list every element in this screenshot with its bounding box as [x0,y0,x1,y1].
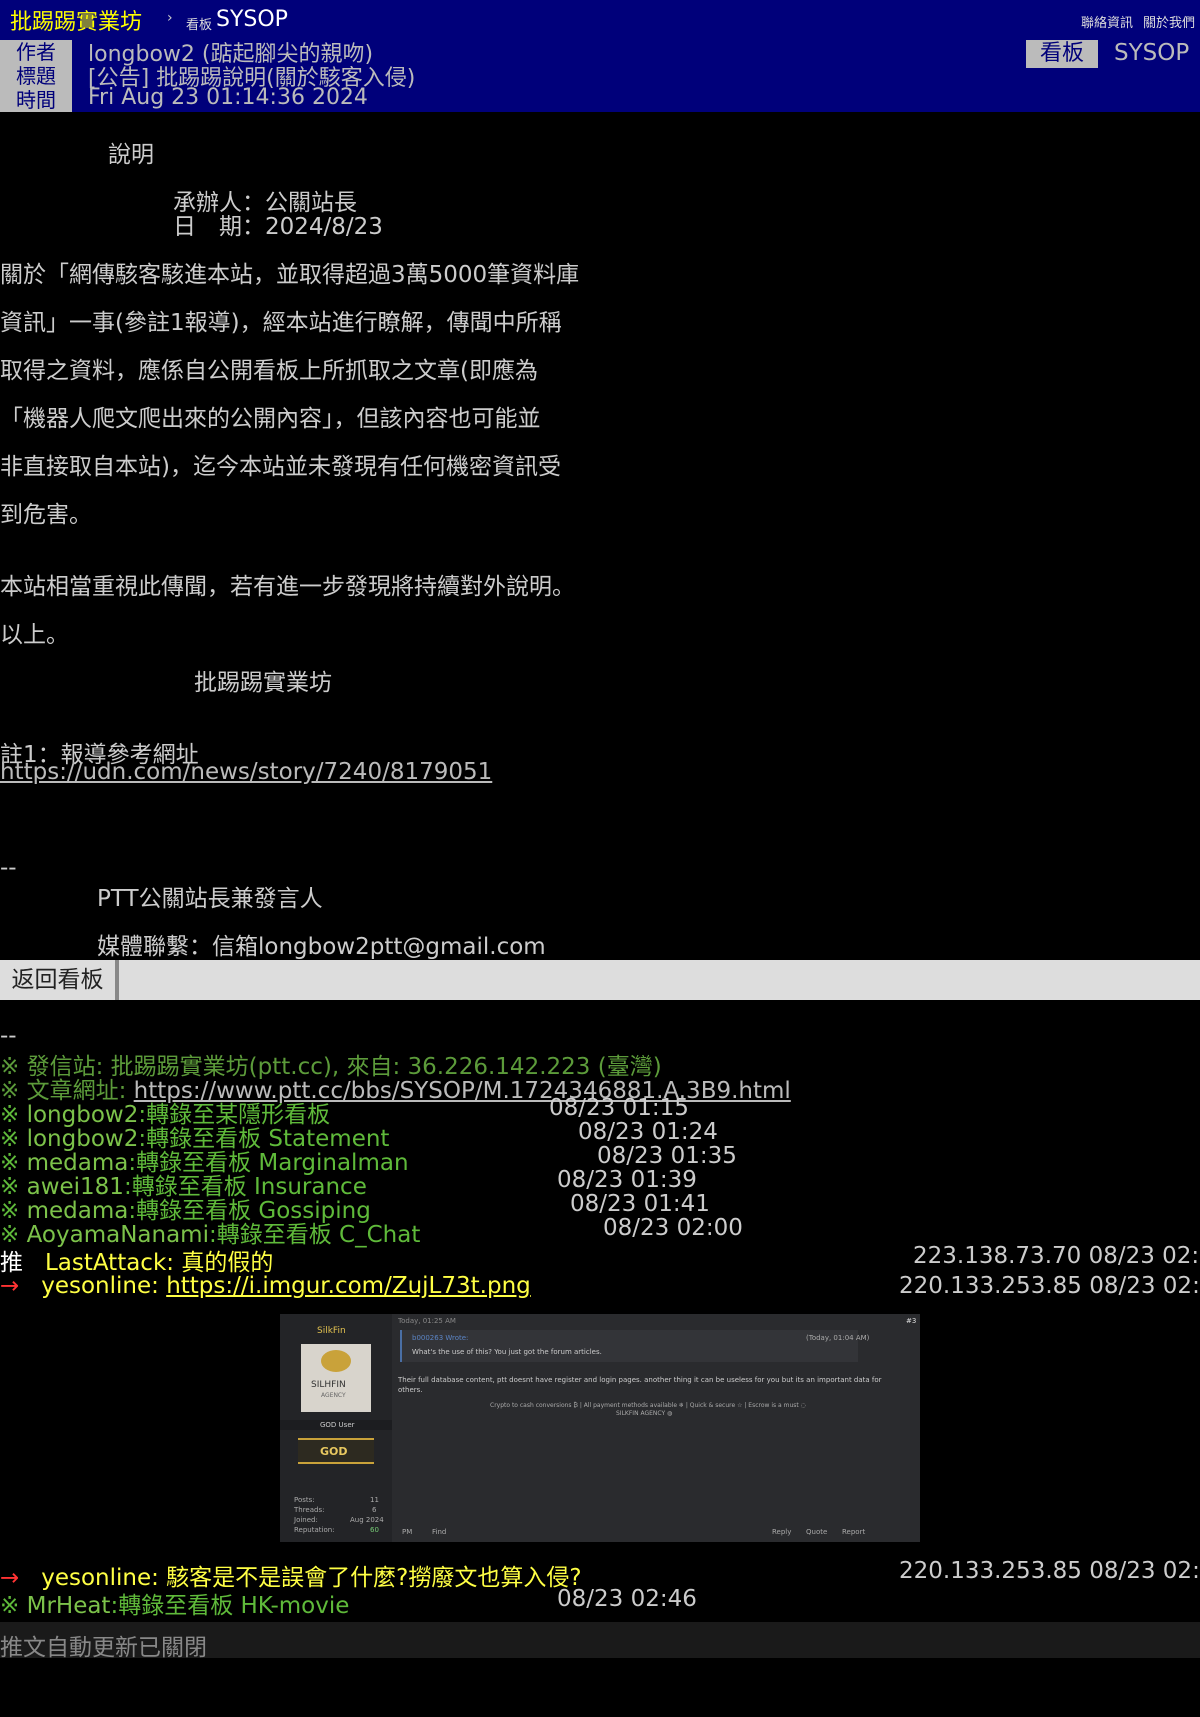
quote-text: What's the use of this? You just got the… [412,1348,602,1356]
forward-time: 08/23 01:15 [549,1095,689,1121]
stat-key: Posts: [294,1496,315,1504]
about-link[interactable]: 關於我們 [1143,12,1195,31]
forward-user: MrHeat [26,1593,111,1619]
body-line: 資訊」一事(參註1報導)，經本站進行瞭解，傳聞中所稱 [0,310,562,336]
board-label: 看板 [186,18,213,33]
push-row: → yesonline: https://i.imgur.com/ZujL73t… [0,1273,531,1299]
stat-value: 11 [370,1496,379,1504]
forward-line: ※ MrHeat:轉錄至看板 HK-movie [0,1593,350,1619]
push-row: 推 LastAttack: 真的假的 [0,1243,273,1277]
push-content: : [151,1273,167,1299]
push-meta: 223.138.73.70 08/23 02:03 [913,1243,1200,1269]
top-bar: 批踢踢實業坊 › 看板 SYSOP 聯絡資訊 關於我們 [0,0,1200,40]
forum-post: Today, 01:25 AM #3 b000263 Wrote: (Today… [398,1314,920,1542]
forward-time: 08/23 02:00 [603,1215,743,1241]
report-button[interactable]: Report [842,1528,865,1536]
push-image-link[interactable]: https://i.imgur.com/ZujL73t.png [166,1273,531,1299]
board-link[interactable]: SYSOP [216,7,288,32]
push-user: yesonline [41,1273,152,1299]
push-meta: 220.133.253.85 08/23 02:43 [899,1273,1200,1299]
forward-time: 08/23 01:35 [597,1143,737,1169]
forward-time: 08/23 01:24 [578,1119,718,1145]
stat-key: Reputation: [294,1526,335,1534]
site-title-link[interactable]: 批踢踢實業坊 [10,4,142,36]
body-line: 「機器人爬文爬出來的公開內容」，但該內容也可能並 [0,406,541,432]
user-rank: GOD User [320,1421,355,1429]
agency-logo: SILHFIN AGENCY [301,1344,371,1412]
author-label: 作者 [0,40,72,64]
reply-line-1: Their full database content, ptt doesnt … [398,1376,882,1384]
embedded-forum-screenshot[interactable]: SilkFin SILHFIN AGENCY GOD User GOD Post… [280,1314,920,1542]
agency-sub: AGENCY [321,1392,346,1399]
sig-line-2: 媒體聯繫：信箱longbow2ptt@gmail.com [97,934,546,960]
forward-time: 08/23 01:39 [557,1167,697,1193]
forward-text: :轉錄至看板 HK-movie [110,1593,350,1619]
body-line: 關於「網傳駭客駭進本站，並取得超過3萬5000筆資料庫 [0,262,580,288]
quote-button[interactable]: Quote [806,1528,827,1536]
reply-button[interactable]: Reply [772,1528,791,1536]
stat-value: 60 [370,1526,379,1534]
board-tag-label: 看板 [1026,40,1098,68]
post-date: Today, 01:25 AM [398,1317,456,1325]
time-label: 時間 [0,88,72,112]
push-status-bar: 推文自動更新已關閉 [0,1622,1200,1661]
forum-name: SilkFin [317,1326,346,1336]
coin-icon [321,1350,351,1372]
footer-separator: -- [0,1023,17,1049]
article-header: 作者 longbow2 (踮起腳尖的親吻) 標題 [公告] 批踢踢說明(關於駭客… [0,40,1200,112]
body-paragraph-2: 本站相當重視此傳聞，若有進一步發現將持續對外說明。 [0,574,575,600]
breadcrumb-separator: › [167,10,173,26]
stat-value: 6 [372,1506,377,1514]
push-tag: → [0,1273,20,1299]
back-bar: 返回看板 [0,960,1200,1000]
body-paragraph-3: 以上。 [0,622,69,648]
forum-user-sidebar: SilkFin SILHFIN AGENCY GOD User GOD Post… [280,1314,392,1542]
body-heading: 說明 [108,142,154,168]
stat-value: Aug 2024 [350,1516,384,1524]
time-value: Fri Aug 23 01:14:36 2024 [88,85,368,110]
find-button[interactable]: Find [432,1528,446,1536]
sig-line-1: PTT公關站長兼發言人 [97,886,323,912]
contact-link[interactable]: 聯絡資訊 [1081,12,1133,31]
push-status-text: 推文自動更新已關閉 [0,1635,207,1661]
quote-author: b000263 Wrote: [412,1334,469,1342]
body-line: 取得之資料，應係自公開看板上所抓取之文章(即應為 [0,358,538,384]
sig-separator: -- [0,855,17,881]
post-number: #3 [906,1317,917,1325]
forum-signature-2: SILKFIN AGENCY ◍ [616,1410,673,1417]
body-date: 日 期：2024/8/23 [173,214,383,240]
reply-line-2: others. [398,1386,423,1394]
back-to-board-button[interactable]: 返回看板 [0,960,119,1000]
god-badge: GOD [298,1438,374,1464]
quote-box: b000263 Wrote: (Today, 01:04 AM) What's … [400,1330,869,1362]
body-line: 非直接取自本站)，迄今本站並未發現有任何機密資訊受 [0,454,561,480]
title-label: 標題 [0,64,72,88]
agency-name: SILHFIN [311,1380,346,1390]
stat-key: Threads: [294,1506,325,1514]
forward-time: 08/23 02:46 [557,1586,697,1612]
note-url-link[interactable]: https://udn.com/news/story/7240/8179051 [0,759,492,785]
stat-key: Joined: [294,1516,318,1524]
pm-button[interactable]: PM [402,1528,412,1536]
quote-time: (Today, 01:04 AM) [806,1334,870,1342]
push-meta: 220.133.253.85 08/23 02:43 [899,1558,1200,1584]
forum-signature-1: Crypto to cash conversions ₿ | All payme… [490,1402,806,1409]
forward-time: 08/23 01:41 [570,1191,710,1217]
board-tag-value: SYSOP [1114,40,1190,66]
body-line: 到危害。 [0,502,92,528]
body-signature: 批踢踢實業坊 [194,670,332,696]
